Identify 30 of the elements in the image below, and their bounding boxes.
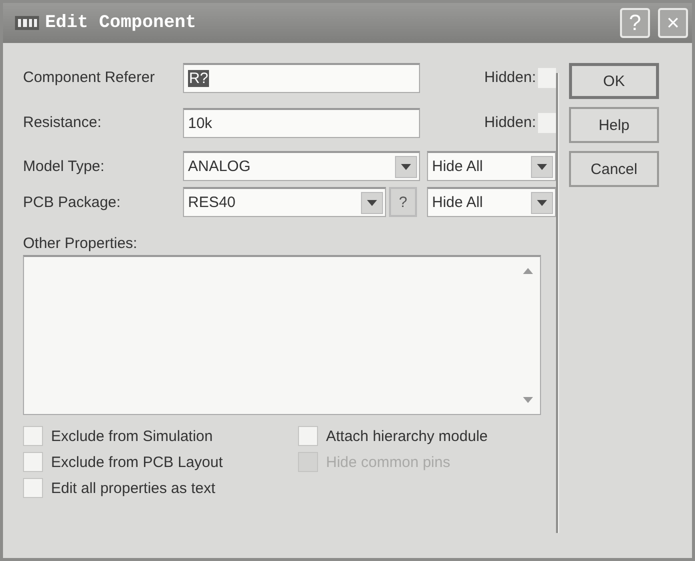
window-title: Edit Component (45, 13, 198, 33)
checkbox[interactable] (538, 112, 556, 132)
text-field[interactable]: 10k (183, 108, 420, 138)
checkbox-label: Edit all properties as text (51, 480, 216, 496)
visibility-dropdown[interactable]: Hide All (427, 151, 556, 181)
field-label: PCB Package: (23, 194, 122, 210)
dialog-button[interactable]: OK (569, 63, 659, 99)
dialog-button[interactable]: Cancel (569, 151, 659, 187)
checkbox[interactable] (23, 426, 43, 446)
dropdown[interactable]: RES40 (183, 187, 386, 217)
checkbox-label: Attach hierarchy module (326, 428, 488, 444)
checkbox-label: Exclude from Simulation (51, 428, 213, 444)
checkbox[interactable] (298, 426, 318, 446)
checkbox-label: Exclude from PCB Layout (51, 454, 223, 470)
browse-button[interactable]: ? (389, 187, 417, 217)
hidden-label: Hidden: (484, 69, 536, 86)
checkbox[interactable] (538, 68, 556, 88)
hidden-label: Hidden: (484, 114, 536, 131)
field-label: Resistance: (23, 114, 102, 131)
dropdown[interactable]: ANALOG (183, 151, 420, 181)
section-label: Other Properties: (23, 235, 138, 252)
dialog-button[interactable]: Help (569, 107, 659, 143)
properties-text-area[interactable] (23, 255, 541, 415)
field-label: Model Type: (23, 158, 106, 174)
app-logo-icon (15, 15, 39, 31)
checkbox[interactable] (23, 452, 43, 472)
text-field[interactable]: R? (183, 62, 420, 92)
field-label: Component Referer (23, 69, 156, 86)
checkbox[interactable] (23, 478, 43, 498)
visibility-dropdown[interactable]: Hide All (427, 187, 556, 217)
